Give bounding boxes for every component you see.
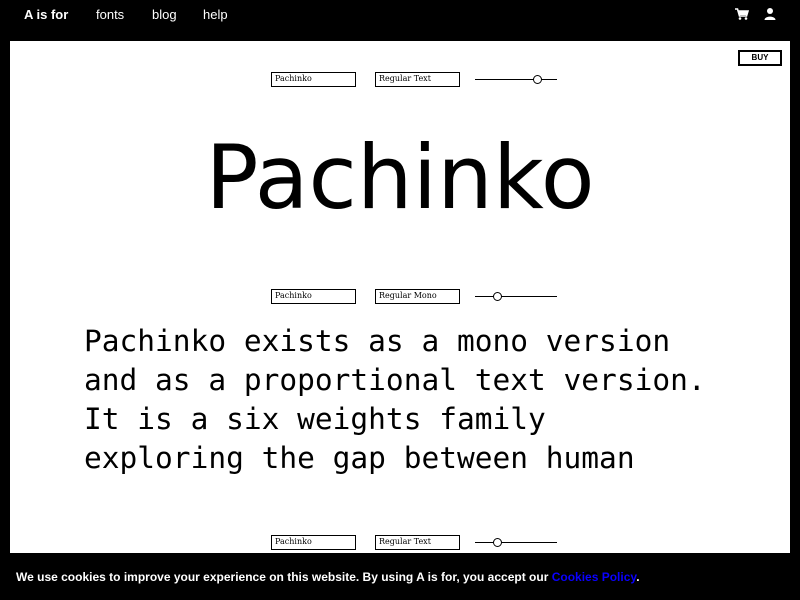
- style-select[interactable]: Regular Text: [375, 535, 460, 550]
- font-select[interactable]: Pachinko: [271, 535, 356, 550]
- specimen-paragraph[interactable]: Pachinko exists as a mono version and as…: [84, 322, 764, 478]
- cookies-policy-link[interactable]: Cookies Policy: [552, 570, 636, 584]
- nav-link-blog[interactable]: blog: [152, 7, 177, 22]
- cookie-text: We use cookies to improve your experienc…: [16, 570, 552, 584]
- cookie-banner: We use cookies to improve your experienc…: [0, 555, 800, 600]
- specimen-display-text[interactable]: Pachinko: [10, 123, 790, 233]
- style-select[interactable]: Regular Text: [375, 72, 460, 87]
- slider-thumb[interactable]: [533, 75, 543, 84]
- size-slider[interactable]: [475, 289, 557, 304]
- nav-link-fonts[interactable]: fonts: [96, 7, 124, 22]
- brand-logo[interactable]: A is for: [24, 7, 68, 22]
- top-navigation: A is for fonts blog help: [0, 0, 800, 40]
- size-slider[interactable]: [475, 535, 557, 550]
- style-select[interactable]: Regular Mono: [375, 289, 460, 304]
- display-controls: Pachinko Regular Text: [271, 72, 561, 87]
- slider-track[interactable]: [475, 542, 557, 543]
- type-tester-panel: BUY Pachinko Regular Text Pachinko Pachi…: [10, 41, 790, 553]
- cart-icon[interactable]: [735, 8, 749, 20]
- cookie-message: We use cookies to improve your experienc…: [16, 570, 640, 584]
- cookie-suffix: .: [636, 570, 640, 584]
- buy-button[interactable]: BUY: [738, 50, 782, 66]
- font-select[interactable]: Pachinko: [271, 289, 356, 304]
- size-slider[interactable]: [475, 72, 557, 87]
- slider-thumb[interactable]: [493, 538, 503, 547]
- nav-link-help[interactable]: help: [203, 7, 228, 22]
- user-icon[interactable]: [763, 7, 777, 21]
- font-select[interactable]: Pachinko: [271, 72, 356, 87]
- paragraph-controls: Pachinko Regular Mono: [271, 289, 561, 304]
- bottom-controls: Pachinko Regular Text: [271, 535, 561, 550]
- slider-thumb[interactable]: [493, 292, 503, 301]
- slider-track[interactable]: [475, 79, 557, 80]
- slider-track[interactable]: [475, 296, 557, 297]
